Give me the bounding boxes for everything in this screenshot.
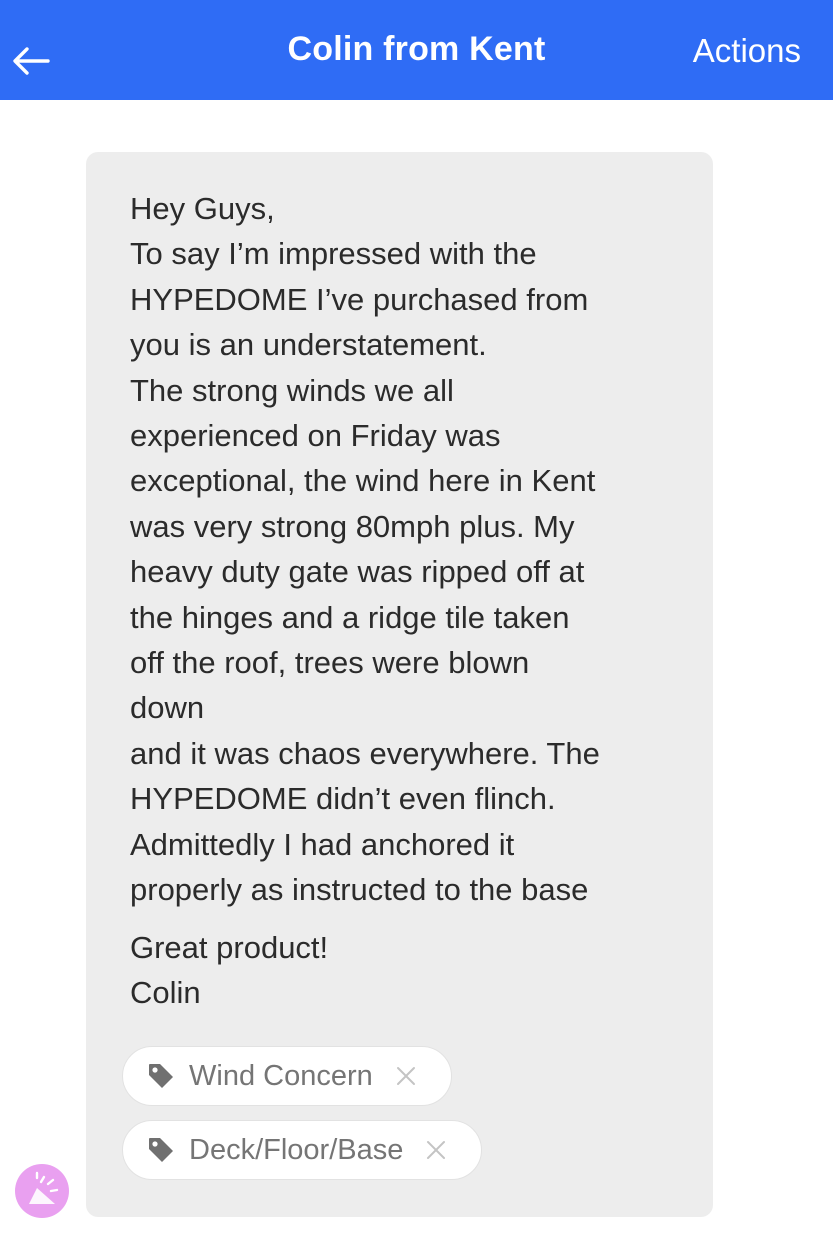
message-line: The strong winds we all [130,372,454,408]
message-line: experienced on Friday was [130,418,501,454]
close-icon[interactable] [425,1139,447,1161]
tag-icon [149,1138,173,1162]
message-line: HYPEDOME didn’t even flinch. [130,781,556,817]
closing-line: Great product! [130,930,329,965]
message-line: and it was chaos everywhere. The [130,735,600,771]
back-button[interactable] [8,38,54,84]
message-body-viewport: Hey Guys, To say I’m impressed with the … [130,186,700,912]
message-line: Admittedly I had anchored it [130,826,515,862]
message-closing: Great product! Colin [130,925,690,1016]
tag-label: Wind Concern [189,1059,373,1092]
message-line: To say I’m impressed with the [130,236,537,272]
actions-button[interactable]: Actions [693,32,801,70]
back-arrow-icon [13,47,50,75]
message-line: down [130,690,205,726]
tag-label: Deck/Floor/Base [189,1133,404,1166]
message-line: off the roof, trees were blown [130,645,530,681]
tag-chip-wind-concern[interactable]: Wind Concern [122,1046,452,1106]
message-body: Hey Guys, To say I’m impressed with the … [130,186,690,912]
tag-chip-deck-floor-base[interactable]: Deck/Floor/Base [122,1120,482,1180]
message-line: heavy duty gate was ripped off at [130,554,585,590]
signature-line: Colin [130,975,201,1011]
message-line: the hinges and a ridge tile taken [130,599,570,635]
message-line: properly as instructed to the base [130,872,589,908]
message-line: HYPEDOME I’ve purchased from [130,281,589,317]
floating-action-button[interactable] [15,1164,69,1218]
top-navigation-bar: Colin from Kent Actions [0,0,833,100]
tag-icon [149,1064,173,1088]
message-line: exceptional, the wind here in Kent [130,463,596,499]
message-line: was very strong 80mph plus. My [130,508,575,544]
celebration-icon [29,1171,59,1204]
message-line: you is an understatement. [130,327,487,363]
close-icon[interactable] [395,1065,417,1087]
message-line: Hey Guys, [130,191,275,226]
